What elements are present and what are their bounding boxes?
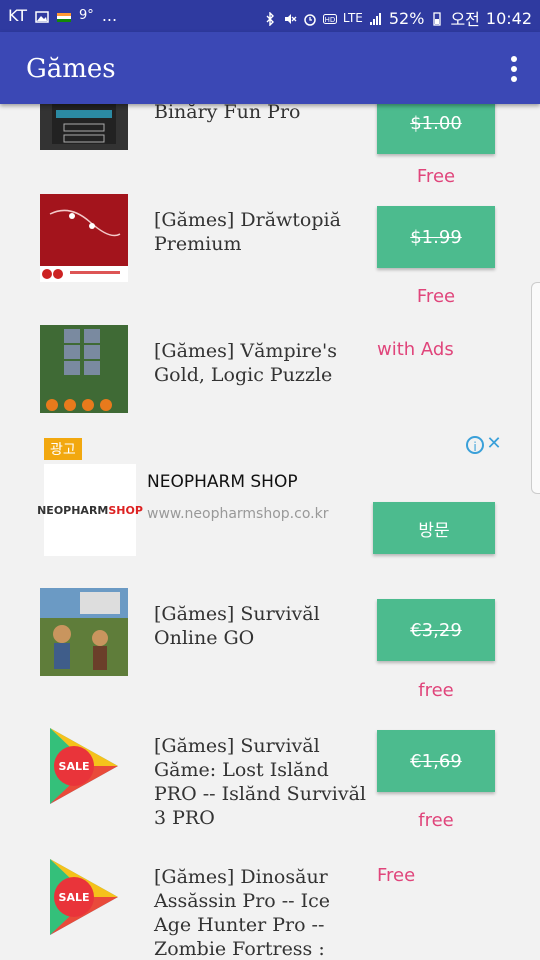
price-button[interactable]: €1,69	[377, 730, 495, 792]
hd-icon: HD	[322, 11, 337, 25]
ad-logo-text-a: NEOPHARM	[37, 503, 109, 517]
offer-label: free	[418, 680, 454, 701]
image-icon	[35, 9, 49, 23]
battery-percent: 52%	[388, 8, 425, 28]
more-notifications: ...	[101, 6, 118, 25]
clock-time: 10:42	[485, 8, 532, 28]
sale-label: SALE	[59, 891, 90, 904]
signal-icon	[369, 11, 383, 25]
list-item[interactable]: Binăry Fun Pro $1.00 Free	[34, 104, 506, 187]
ad-info-icon[interactable]: i	[466, 436, 484, 454]
app-thumbnail	[40, 588, 128, 676]
offer-label: free	[418, 810, 454, 831]
list-item[interactable]: SALE [Gămes] Dinosăur Assăssin Pro -- Ic…	[34, 855, 506, 960]
offer-label: Free	[416, 286, 456, 307]
app-name: [Gămes] Survivăl Online GO	[154, 603, 320, 649]
app-name: [Gămes] Dinosăur Assăssin Pro -- Ice Age…	[154, 866, 331, 960]
time-ampm: 오전	[450, 10, 480, 29]
app-thumbnail	[40, 194, 128, 282]
games-list[interactable]: Binăry Fun Pro $1.00 Free [Gămes] Drăwto…	[34, 104, 506, 960]
app-bar: Gămes	[0, 32, 540, 104]
temperature-label: 9°	[79, 8, 94, 23]
ad-visit-button[interactable]: 방문	[373, 502, 495, 554]
app-thumbnail	[40, 104, 128, 150]
sale-label: SALE	[59, 760, 90, 773]
battery-icon	[430, 11, 444, 26]
overflow-menu-icon[interactable]	[510, 56, 518, 82]
network-type-label: LTE	[342, 11, 363, 25]
ad-badge: 광고	[44, 438, 82, 460]
alarm-icon	[303, 11, 317, 26]
price-button[interactable]: €3,29	[377, 599, 495, 661]
svg-text:HD: HD	[325, 16, 336, 24]
sale-play-icon: SALE	[40, 724, 128, 812]
app-name: [Gămes] Vămpire's Gold, Logic Puzzle	[154, 340, 337, 386]
price-button[interactable]: $1.00	[377, 104, 495, 154]
carrier-label: KT	[8, 6, 28, 25]
ad-banner[interactable]: 광고 i ✕ NEOPHARM SHOP NEOPHARM SHOP www.ne…	[34, 434, 506, 562]
list-item[interactable]: [Gămes] Survivăl Online GO €3,29 free	[34, 588, 506, 718]
ad-logo-text-b: SHOP	[108, 503, 143, 517]
flag-icon	[57, 9, 72, 23]
offer-label: Free	[416, 166, 456, 187]
list-item[interactable]: SALE [Gămes] Survivăl Găme: Lost Islănd …	[34, 724, 506, 849]
list-item[interactable]: [Gămes] Vămpire's Gold, Logic Puzzle wit…	[34, 325, 506, 425]
app-name: Binăry Fun Pro	[154, 104, 301, 123]
ad-close-icon[interactable]: ✕	[484, 434, 504, 454]
app-name: [Gămes] Drăwtopiă Premium	[154, 209, 341, 255]
app-thumbnail	[40, 325, 128, 413]
offer-label: Free	[377, 865, 416, 886]
price-button[interactable]: $1.99	[377, 206, 495, 268]
ad-url: www.neopharmshop.co.kr	[147, 506, 329, 522]
bluetooth-icon	[263, 11, 277, 27]
ad-logo: NEOPHARM SHOP	[37, 464, 143, 556]
mute-icon	[283, 11, 297, 25]
ad-title: NEOPHARM SHOP	[147, 472, 298, 492]
status-bar: KT 9° ... HD LTE 52% 오전 10:42	[0, 0, 540, 32]
app-name: [Gămes] Survivăl Găme: Lost Islănd PRO -…	[154, 735, 366, 829]
scrollbar[interactable]	[531, 282, 540, 494]
app-title: Gămes	[26, 54, 116, 84]
offer-label: with Ads	[377, 339, 454, 360]
sale-play-icon: SALE	[40, 855, 128, 943]
list-item[interactable]: [Gămes] Drăwtopiă Premium $1.99 Free	[34, 194, 506, 324]
